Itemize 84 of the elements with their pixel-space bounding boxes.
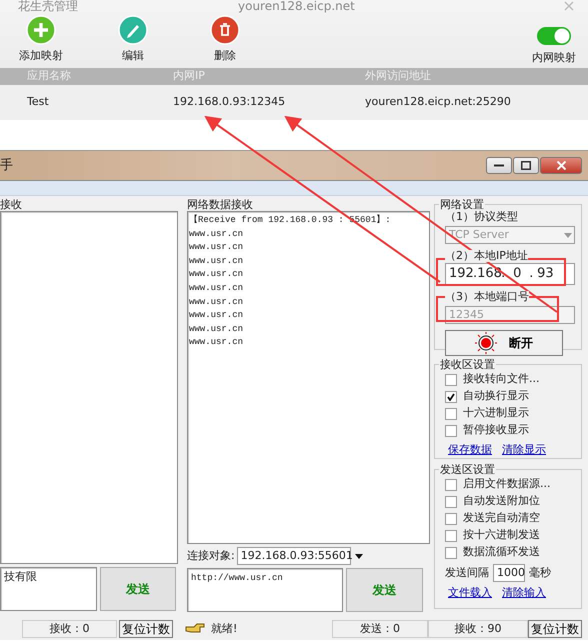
column-header: 应用名称 [26, 68, 72, 84]
ip-separator: . [529, 265, 534, 284]
panel-label: 网络数据接收 [187, 199, 254, 211]
toggle-switch[interactable] [536, 26, 572, 46]
receive-area[interactable] [0, 211, 178, 564]
checkbox-label: 自动发送附加位 [463, 493, 540, 510]
checkbox[interactable] [445, 374, 457, 386]
status-count: 接收：90 [428, 620, 528, 638]
checkbox[interactable] [445, 496, 457, 508]
toggle-label: 内网映射 [532, 52, 576, 64]
received-line: www.usr.cn [189, 322, 244, 336]
send-text-area[interactable]: 技有限 [0, 567, 97, 611]
received-line: www.usr.cn [189, 296, 244, 309]
column-header: 内网IP [172, 68, 206, 84]
status-light-icon [475, 332, 497, 354]
group-title: 发送区设置 [439, 463, 496, 476]
group-title: 接收区设置 [439, 358, 496, 371]
toolbar-button[interactable]: 删除 [190, 14, 260, 64]
edit-icon [117, 14, 149, 46]
panel-label: 接收 [0, 199, 23, 211]
interval-label: 发送间隔 [445, 567, 489, 579]
reset-count-button[interactable]: 复位计数 [528, 620, 582, 638]
checkbox-label: 数据流循环发送 [463, 544, 540, 560]
reset-count-button[interactable]: 复位计数 [119, 620, 173, 638]
disconnect-button[interactable]: 断开 [445, 330, 563, 356]
trash-icon [209, 14, 241, 46]
send-button[interactable]: 发送 [346, 568, 423, 612]
checkbox[interactable] [445, 390, 457, 402]
checkbox[interactable] [445, 424, 457, 436]
received-line: www.usr.cn [189, 241, 244, 254]
checkbox-label: 启用文件数据源... [463, 476, 550, 492]
ip-separator: . [501, 265, 506, 284]
ip-address-field[interactable]: 192.168. 0 . 93 [445, 263, 575, 285]
checkbox-label: 十六进制显示 [463, 405, 529, 422]
checkbox-label: 暂停接收显示 [463, 422, 529, 438]
field-label: （3）本地端口号 [445, 291, 529, 303]
maximize-icon [521, 161, 531, 170]
received-line: www.usr.cn [189, 336, 244, 350]
received-line: www.usr.cn [189, 268, 244, 282]
received-line: www.usr.cn [189, 254, 244, 268]
table-cell-text: 192.168.0.93:12345 [172, 94, 286, 110]
received-line: www.usr.cn [189, 282, 244, 295]
host-title: youren128.eicp.net [238, 0, 355, 12]
checkbox-label: 按十六进制发送 [463, 527, 540, 544]
interval-field[interactable]: 1000 [493, 564, 525, 582]
checkbox-label: 自动换行显示 [463, 388, 529, 404]
ip-separator: . [473, 265, 478, 284]
window-title: 手 [0, 156, 13, 175]
checkbox[interactable] [445, 546, 457, 558]
add-icon [25, 14, 57, 46]
window-title: 花生壳管理 [17, 0, 78, 14]
checkbox[interactable] [445, 408, 457, 420]
field-label: （2）本地IP地址 [445, 250, 528, 262]
table-cell-text: Test [26, 94, 50, 110]
table-cell-text: youren128.eicp.net:25290 [364, 94, 512, 110]
connection-label: 连接对象: [187, 550, 235, 562]
close-button[interactable] [540, 157, 582, 174]
status-count: 发送：0 [332, 620, 428, 638]
send-text-area[interactable]: http://www.usr.cn [187, 568, 343, 612]
link[interactable]: 保存数据 [448, 442, 492, 458]
toolbar-button[interactable]: 添加映射 [6, 14, 76, 64]
column-header: 外网访问地址 [364, 68, 432, 84]
minimize-icon [494, 164, 504, 167]
checkbox[interactable] [445, 530, 457, 542]
checkbox[interactable] [445, 478, 457, 490]
checkbox-label: 发送完自动清空 [463, 510, 540, 526]
minimize-button[interactable] [486, 157, 512, 174]
send-button[interactable]: 发送 [100, 567, 176, 611]
link[interactable]: 清除显示 [502, 442, 546, 458]
check-icon [447, 392, 455, 400]
toolbar-button[interactable]: 编辑 [98, 14, 168, 64]
link[interactable]: 文件载入 [448, 585, 492, 602]
received-line: www.usr.cn [189, 309, 244, 322]
checkbox[interactable] [445, 512, 457, 524]
close-icon [556, 161, 566, 170]
status-text: 就绪! [211, 620, 238, 637]
close-icon[interactable] [564, 1, 574, 11]
unit-label: 毫秒 [529, 567, 551, 579]
checkbox-label: 接收转向文件... [463, 371, 540, 388]
status-count: 接收：0 [22, 620, 117, 638]
group-title: 网络设置 [439, 198, 485, 211]
received-line: www.usr.cn [189, 228, 244, 241]
maximize-button[interactable] [513, 157, 539, 174]
link[interactable]: 清除输入 [502, 585, 546, 602]
